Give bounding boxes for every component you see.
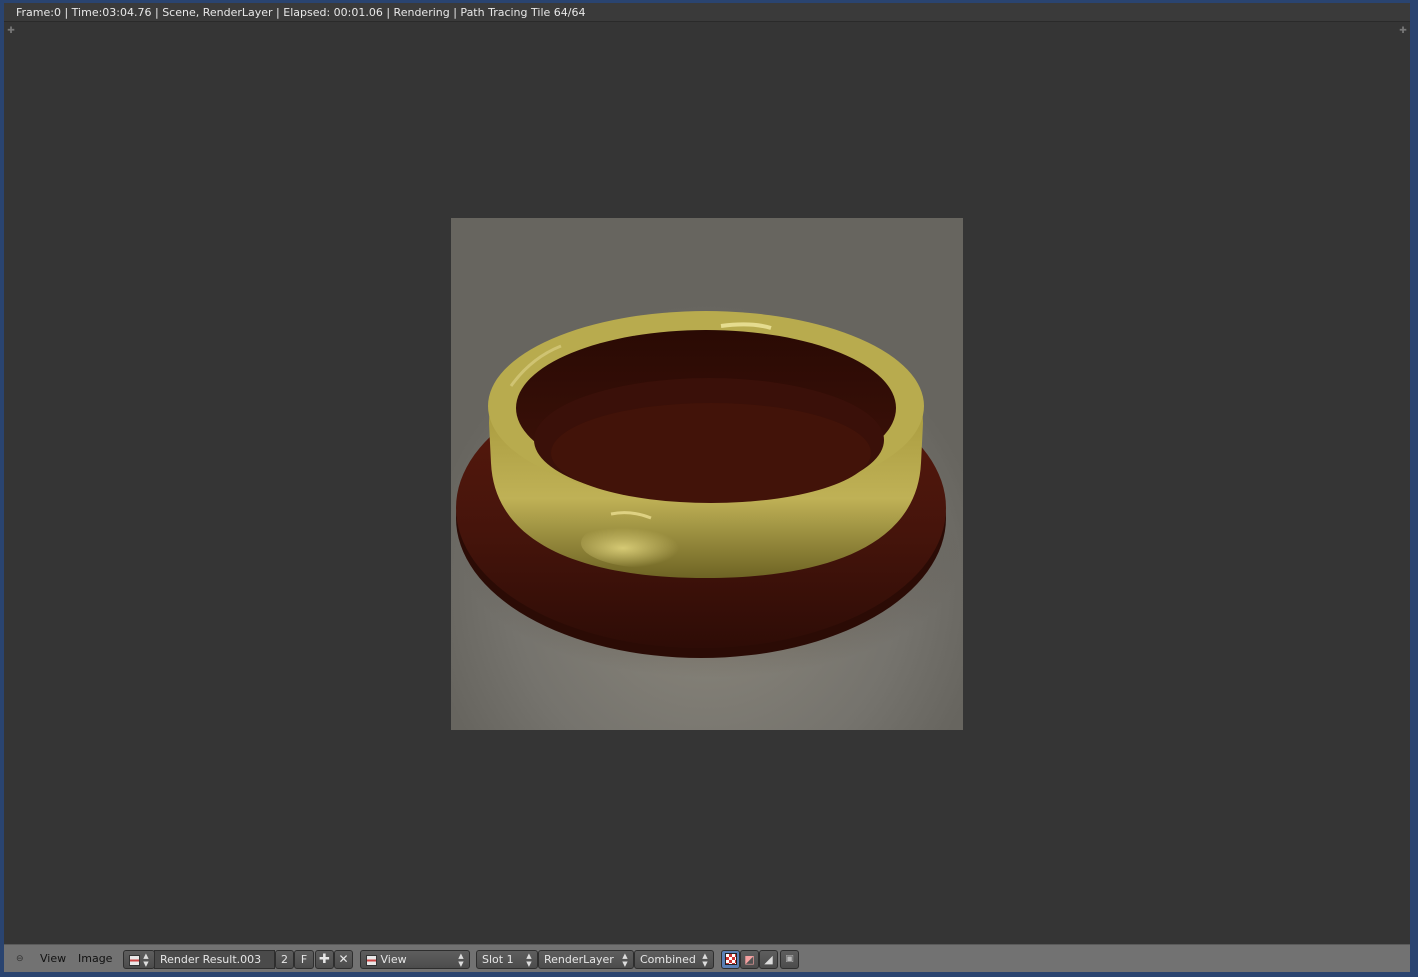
render-layer-select[interactable]: RenderLayer ▲ ▼	[538, 950, 634, 969]
checker-icon	[725, 953, 737, 965]
area-split-handle-right-icon[interactable]: ✚	[1398, 26, 1408, 36]
rendered-ring-scene	[451, 218, 963, 730]
slot-select-label: Slot 1	[482, 953, 514, 966]
menu-image[interactable]: Image	[78, 945, 112, 973]
dropdown-arrows-icon: ▲ ▼	[622, 952, 628, 968]
draw-image-alpha-icon[interactable]: ◢	[759, 950, 778, 969]
image-editor-header: ⊖ View Image ▲ ▼ Render Result.003 2 F ✚ …	[4, 944, 1410, 972]
new-image-icon[interactable]: ✚	[315, 950, 334, 969]
image-browse-button[interactable]: ▲ ▼	[123, 950, 155, 969]
render-status-text: Frame:0 | Time:03:04.76 | Scene, RenderL…	[16, 6, 586, 19]
dropdown-arrows-icon: ▲ ▼	[526, 952, 532, 968]
dropdown-arrows-icon: ▲ ▼	[458, 952, 464, 968]
image-name-field[interactable]: Render Result.003	[154, 950, 275, 969]
image-icon	[366, 954, 377, 966]
image-editor-viewport[interactable]: ✚ ✚	[4, 22, 1410, 944]
render-pass-select[interactable]: Combined ▲ ▼	[634, 950, 714, 969]
draw-image-color-alpha-icon[interactable]	[721, 950, 740, 969]
fake-user-button[interactable]: F	[294, 950, 314, 969]
view-select[interactable]: View ▲ ▼	[360, 950, 470, 969]
render-result-image	[451, 218, 963, 730]
render-pass-select-label: Combined	[640, 953, 696, 966]
menu-view[interactable]: View	[40, 945, 66, 973]
blender-window: Frame:0 | Time:03:04.76 | Scene, RenderL…	[0, 0, 1418, 977]
view-select-label: View	[380, 953, 407, 966]
draw-image-z-buffer-icon[interactable]: ▣	[780, 950, 799, 969]
unlink-image-icon[interactable]: ✕	[334, 950, 353, 969]
image-icon	[129, 954, 140, 966]
area-split-handle-left-icon[interactable]: ✚	[6, 26, 16, 36]
dropdown-arrows-icon: ▲ ▼	[143, 952, 149, 968]
draw-image-color-icon[interactable]: ◩	[740, 950, 759, 969]
slot-select[interactable]: Slot 1 ▲ ▼	[476, 950, 538, 969]
users-count-button[interactable]: 2	[275, 950, 294, 969]
render-status-bar: Frame:0 | Time:03:04.76 | Scene, RenderL…	[4, 3, 1410, 22]
editor-type-icon[interactable]: ⊖	[16, 945, 24, 973]
render-layer-select-label: RenderLayer	[544, 953, 614, 966]
dropdown-arrows-icon: ▲ ▼	[702, 952, 708, 968]
